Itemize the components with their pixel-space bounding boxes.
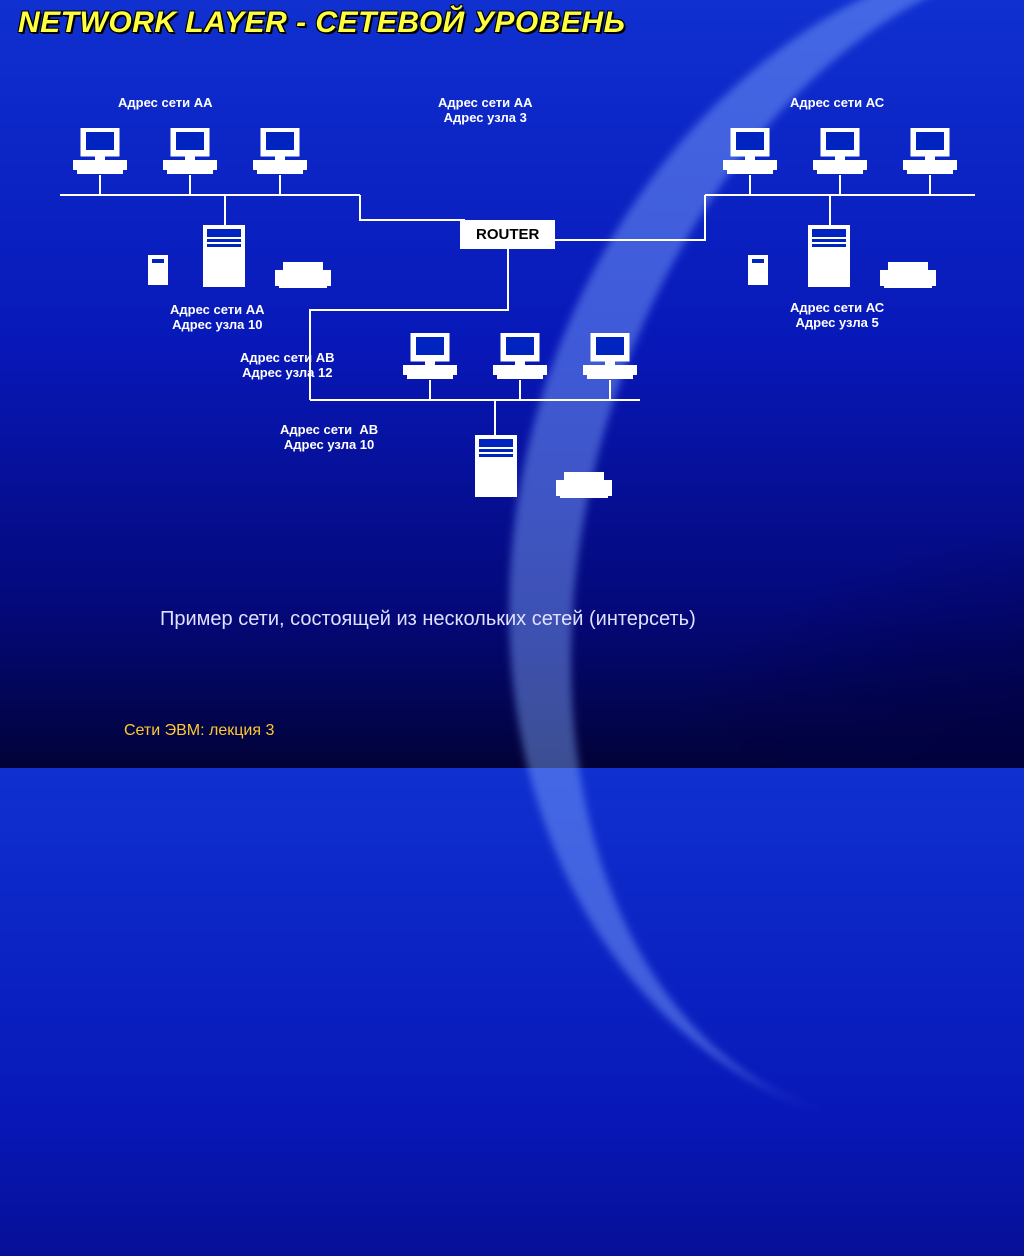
slide-footer: Сети ЭВМ: лекция 3 [124, 722, 274, 740]
label-net-ab-node12: Адрес сети АВ Адрес узла 12 [240, 350, 335, 380]
server-icon [203, 225, 245, 287]
printer-icon [880, 262, 936, 288]
pc-icon [813, 128, 867, 176]
pc-icon [403, 333, 457, 381]
label-net-aa-node3: Адрес сети АА Адрес узла 3 [438, 95, 533, 125]
slide-title: NETWORK LAYER - СЕТЕВОЙ УРОВЕНЬ [18, 6, 625, 40]
pc-icon [253, 128, 307, 176]
label-net-ac: Адрес сети АС [790, 95, 884, 110]
printer-icon [275, 262, 331, 288]
pc-icon [903, 128, 957, 176]
label-net-aa: Адрес сети АА [118, 95, 213, 110]
pc-icon [583, 333, 637, 381]
slide-caption: Пример сети, состоящей из нескольких сет… [160, 608, 696, 631]
server-icon [475, 435, 517, 497]
pc-icon [163, 128, 217, 176]
label-net-ab-node10: Адрес сети АВ Адрес узла 10 [280, 422, 378, 452]
label-net-ac-node5: Адрес сети АС Адрес узла 5 [790, 300, 884, 330]
small-tower-icon [148, 255, 168, 285]
label-net-aa-node10: Адрес сети АА Адрес узла 10 [170, 302, 265, 332]
small-tower-icon [748, 255, 768, 285]
pc-icon [73, 128, 127, 176]
router-box: ROUTER [460, 220, 555, 249]
printer-icon [556, 472, 612, 498]
pc-icon [493, 333, 547, 381]
pc-icon [723, 128, 777, 176]
server-icon [808, 225, 850, 287]
